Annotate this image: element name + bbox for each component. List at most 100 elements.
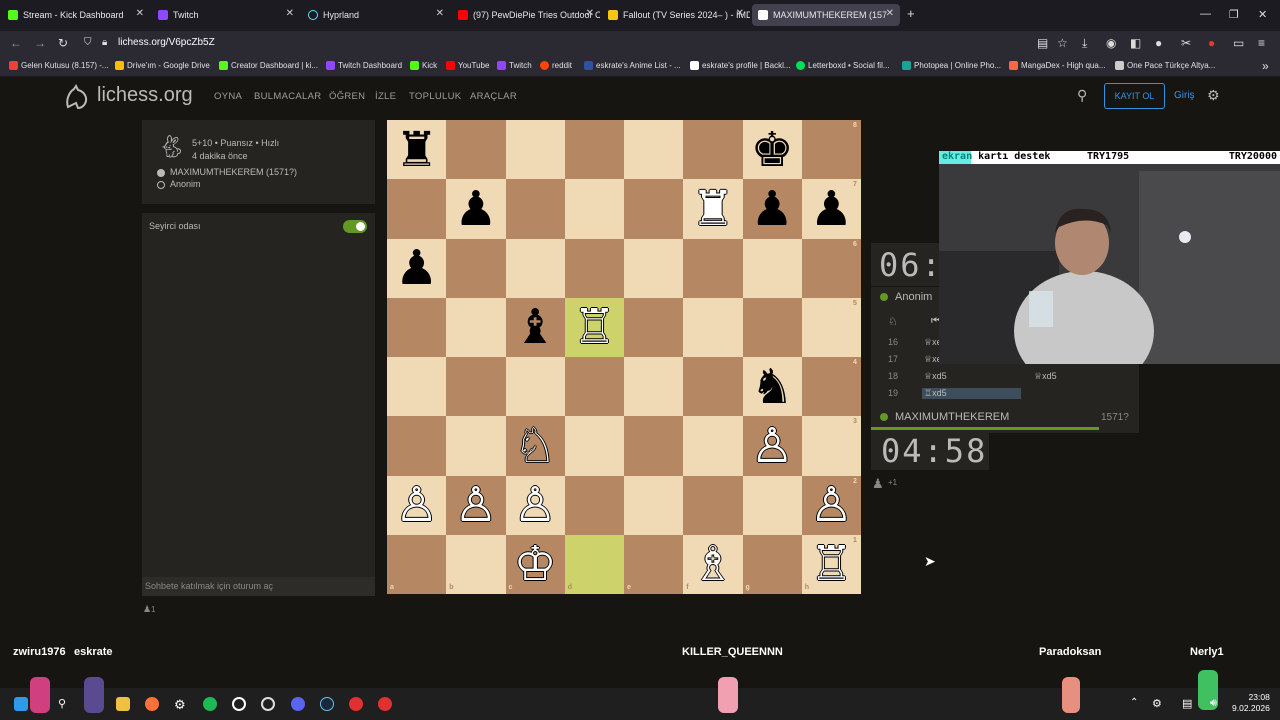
site-logo[interactable]: lichess.org [97,84,193,107]
square-f4[interactable] [683,357,743,417]
square-c8[interactable] [505,120,565,180]
chess-piece-g7[interactable]: ♟ [751,185,794,233]
square-g5[interactable] [742,297,802,357]
square-a1[interactable] [387,534,447,594]
tray-icon[interactable]: ⚙ [1152,697,1166,711]
square-e1[interactable] [624,534,684,594]
chat-toggle[interactable] [343,220,367,233]
square-g1[interactable] [742,534,802,594]
bookmark-item[interactable]: Creator Dashboard | ki... [219,61,318,70]
square-a7[interactable] [387,179,447,239]
chess-piece-h1[interactable]: ♖ [810,540,853,588]
bookmark-item[interactable]: Twitch Dashboard [326,61,402,70]
square-e8[interactable] [624,120,684,180]
tab-imdb[interactable]: Fallout (TV Series 2024– ) - IMD ✕ [602,4,750,26]
settings-gear-icon[interactable]: ⚙ [1207,87,1220,104]
tab-youtube[interactable]: (97) PewDiePie Tries Outdoor C ✕ [452,4,600,26]
square-b1[interactable] [446,534,506,594]
app-icon[interactable] [349,697,363,711]
square-b8[interactable] [446,120,506,180]
black-player[interactable]: Anonim [170,179,201,189]
bookmark-item[interactable]: eskrate's Anime List - ... [584,61,681,70]
obs-icon[interactable] [261,697,275,711]
chess-piece-h2[interactable]: ♙ [810,481,853,529]
chess-piece-c1[interactable]: ♔ [514,540,557,588]
square-a2[interactable]: ♙ [387,475,447,535]
flip-board-icon[interactable]: ♘ [888,315,898,328]
spotify-icon[interactable] [203,697,217,711]
square-e2[interactable] [624,475,684,535]
bookmark-item[interactable]: Kick [410,61,437,70]
lock-icon[interactable]: 🔒︎ [102,37,107,48]
square-b5[interactable] [446,297,506,357]
chess-piece-a2[interactable]: ♙ [395,481,438,529]
reload-icon[interactable]: ↻ [58,36,68,50]
square-d4[interactable] [564,357,624,417]
square-c1[interactable]: ♔ [505,534,565,594]
tab-kick-dashboard[interactable]: Stream - Kick Dashboard ✕ [2,4,150,26]
new-tab-button[interactable]: + [907,6,915,21]
bookmark-item[interactable]: YouTube [446,61,489,70]
bookmark-item[interactable]: eskrate's profile | Backl... [690,61,791,70]
menu-icon[interactable]: ≡ [1258,36,1265,50]
nav-community[interactable]: TOPLULUK [409,91,461,102]
close-icon[interactable]: ✕ [436,8,444,19]
close-icon[interactable]: ✕ [886,8,894,19]
nav-watch[interactable]: İZLE [375,91,396,102]
square-a8[interactable]: ♜ [387,120,447,180]
download-icon[interactable]: ⤓ [1082,36,1087,51]
square-g2[interactable] [742,475,802,535]
close-window-icon[interactable]: ✕ [1258,8,1267,21]
steam-icon[interactable] [320,697,334,711]
square-b3[interactable] [446,416,506,476]
square-f3[interactable] [683,416,743,476]
forward-icon[interactable]: → [34,36,46,50]
close-icon[interactable]: ✕ [136,8,144,19]
bookmark-item[interactable]: Twitch [497,61,532,70]
app-icon[interactable] [378,697,392,711]
square-e6[interactable] [624,238,684,298]
more-bookmarks-icon[interactable]: » [1262,59,1269,73]
file-explorer-icon[interactable] [116,697,130,711]
square-b7[interactable]: ♟ [446,179,506,239]
square-d3[interactable] [564,416,624,476]
chess-piece-h7[interactable]: ♟ [810,185,853,233]
square-c6[interactable] [505,238,565,298]
bookmark-item[interactable]: Gelen Kutusu (8.157) -... [9,61,109,70]
search-icon[interactable]: ⚲ [1077,87,1087,104]
square-g8[interactable]: ♚ [742,120,802,180]
bookmark-star-icon[interactable]: ☆ [1057,36,1068,50]
chess-piece-g8[interactable]: ♚ [751,126,794,174]
move-row-current[interactable]: 19 ♖xd5 [871,384,1139,401]
chess-piece-b2[interactable]: ♙ [454,481,497,529]
square-c7[interactable] [505,179,565,239]
chevron-up-icon[interactable]: ⌃ [1130,697,1144,711]
square-f7[interactable]: ♜ [683,179,743,239]
square-g3[interactable]: ♙ [742,416,802,476]
bookmark-item[interactable]: One Pace Türkçe Altya... [1115,61,1215,70]
shield-icon[interactable]: ⛉ [84,37,92,48]
tab-lichess[interactable]: MAXIMUMTHEKEREM (157 ✕ [752,4,900,26]
search-icon[interactable]: ⚲ [58,697,72,711]
close-icon[interactable]: ✕ [286,8,294,19]
square-d5[interactable]: ♖ [564,297,624,357]
square-f8[interactable] [683,120,743,180]
bookmark-item[interactable]: Letterboxd • Social fil... [796,61,890,70]
square-b6[interactable] [446,238,506,298]
chess-piece-f1[interactable]: ♗ [691,540,734,588]
bookmark-item[interactable]: Drive'ım - Google Drive [115,61,210,70]
move-row[interactable]: 18 ♕xd5 ♕xd5 [871,367,1139,384]
signup-button[interactable]: KAYIT OL [1104,83,1165,109]
chat-input[interactable]: Sohbete katılmak için oturum aç [142,577,375,596]
url-bar[interactable]: lichess.org/V6pcZb5Z [118,37,215,48]
square-e3[interactable] [624,416,684,476]
windows-start-icon[interactable] [14,697,28,711]
square-d7[interactable] [564,179,624,239]
chess-piece-d5[interactable]: ♖ [573,303,616,351]
nav-play[interactable]: OYNA [214,91,242,102]
nav-tools[interactable]: ARAÇLAR [470,91,517,102]
square-c5[interactable]: ♝ [505,297,565,357]
square-c3[interactable]: ♘ [505,416,565,476]
white-player[interactable]: MAXIMUMTHEKEREM (1571?) [170,167,297,177]
square-d8[interactable] [564,120,624,180]
